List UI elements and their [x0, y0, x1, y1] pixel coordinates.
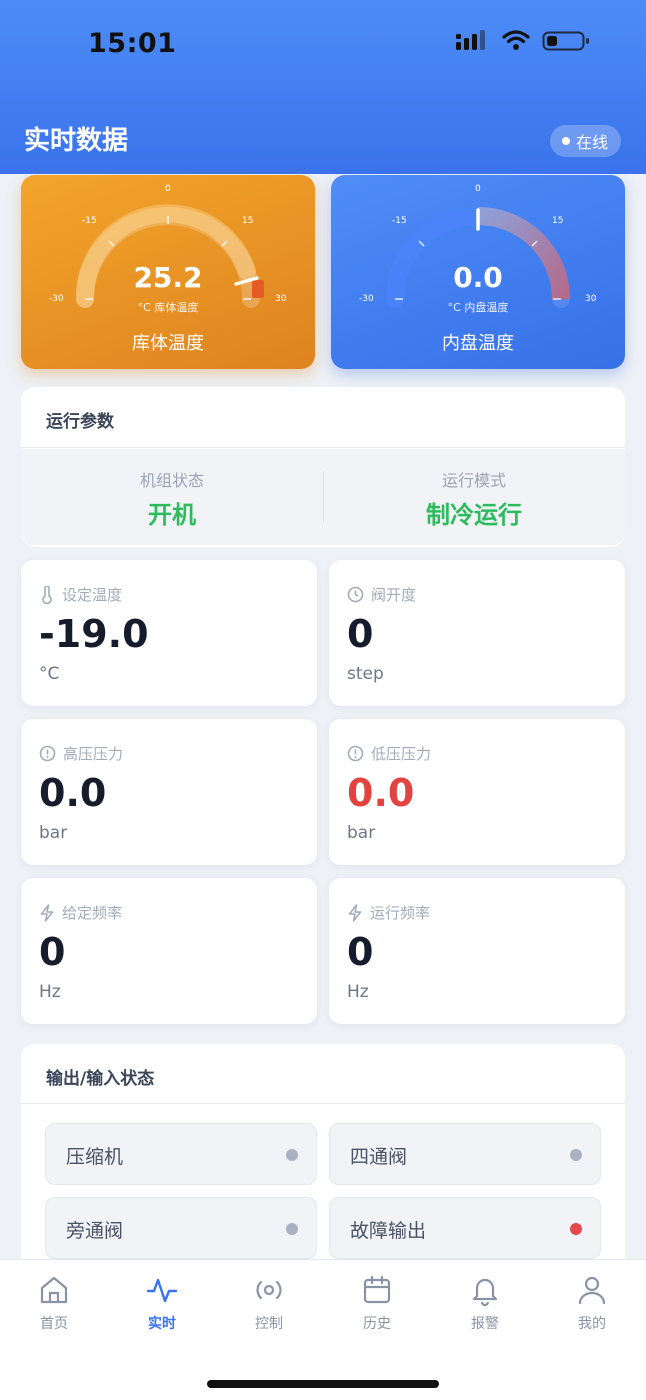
metric-value: -19.0	[39, 612, 149, 656]
tab-label: 首页	[40, 1316, 68, 1332]
lightning-icon	[348, 903, 362, 922]
calendar-icon	[363, 1275, 391, 1304]
gauge-card-room-temp: -30 -15 0 15 30 25.2 °C 库体温度 库体温度	[21, 175, 315, 369]
io-item-bypass-valve[interactable]: 旁通阀	[45, 1197, 317, 1259]
gauge-card-coil-temp: -30 -15 0 15 30 0.0 °C 内盘温度 内盘温度	[331, 175, 625, 369]
gauge-label: 内盘温度	[442, 333, 514, 354]
metric-value: 0	[347, 930, 374, 974]
io-label: 压缩机	[66, 1146, 124, 1168]
run-status-strip: 机组状态 开机 运行模式 制冷运行	[21, 449, 625, 545]
radio-icon	[256, 1280, 282, 1300]
gauge-tick-right-mid: 15	[552, 216, 564, 226]
signal-icon	[456, 30, 485, 50]
home-icon	[40, 1276, 68, 1304]
metric-unit: step	[347, 664, 384, 684]
io-status-dot	[570, 1223, 582, 1235]
online-status-badge: 在线	[549, 125, 621, 157]
io-item-four-way-valve[interactable]: 四通阀	[329, 1123, 601, 1185]
divider	[21, 1103, 625, 1104]
tab-home[interactable]: 首页	[0, 1274, 108, 1333]
metric-unit: Hz	[39, 982, 61, 1002]
page-title: 实时数据	[24, 126, 129, 156]
divider	[21, 447, 625, 448]
metric-value: 0	[39, 930, 66, 974]
unit-status-value: 开机	[148, 501, 196, 529]
tab-history[interactable]: 历史	[323, 1274, 431, 1333]
gauge-value: 25.2	[133, 261, 203, 294]
unit-status: 机组状态 开机	[21, 449, 323, 545]
gauge-tick-right-mid: 15	[242, 216, 254, 226]
gauge-tick-left-mid: -15	[392, 216, 407, 226]
params-title: 运行参数	[46, 412, 114, 432]
alert-circle-icon	[347, 745, 364, 762]
tab-label: 我的	[578, 1316, 606, 1332]
header: 15:01 实时数据 在线	[0, 0, 646, 174]
gauge-unit: °C 内盘温度	[447, 301, 509, 314]
metric-label: 低压压力	[371, 745, 432, 763]
run-mode-value: 制冷运行	[426, 501, 522, 529]
battery-icon	[542, 31, 589, 51]
metric-card-valve-opening[interactable]: 阀开度 0 step	[329, 560, 625, 706]
io-label: 四通阀	[350, 1146, 408, 1168]
activity-icon	[146, 1278, 178, 1303]
metric-card-set-temp[interactable]: 设定温度 -19.0 °C	[21, 560, 317, 706]
metric-value: 0	[347, 612, 374, 656]
io-label: 故障输出	[350, 1220, 427, 1242]
run-mode-label: 运行模式	[441, 471, 506, 490]
io-item-fault-output[interactable]: 故障输出	[329, 1197, 601, 1259]
io-status-dot	[286, 1149, 298, 1161]
wifi-icon	[502, 30, 530, 50]
io-item-compressor[interactable]: 压缩机	[45, 1123, 317, 1185]
lightning-icon	[40, 903, 54, 922]
status-icons	[456, 30, 590, 52]
metric-card-high-pressure[interactable]: 高压压力 0.0 bar	[21, 719, 317, 865]
thermometer-icon	[42, 585, 52, 604]
metric-unit: Hz	[347, 982, 369, 1002]
tab-profile[interactable]: 我的	[538, 1274, 646, 1333]
metric-value: 0.0	[347, 771, 415, 815]
tab-control[interactable]: 控制	[215, 1274, 323, 1333]
metric-card-low-pressure[interactable]: 低压压力 0.0 bar	[329, 719, 625, 865]
metric-unit: bar	[347, 823, 376, 843]
tab-realtime[interactable]: 实时	[108, 1274, 216, 1333]
online-dot-icon	[561, 137, 570, 145]
user-icon	[578, 1276, 606, 1305]
alert-circle-icon	[39, 745, 56, 762]
home-indicator[interactable]	[207, 1380, 439, 1388]
io-title: 输出/输入状态	[46, 1069, 155, 1089]
tab-label: 控制	[255, 1316, 283, 1332]
bottom-tab-bar: 首页 实时 控制 历史 报警 我的	[0, 1259, 646, 1400]
clock-icon	[347, 586, 364, 603]
metric-unit: °C	[39, 664, 60, 684]
gauge-value: 0.0	[453, 261, 503, 294]
metric-card-run-frequency[interactable]: 运行频率 0 Hz	[329, 878, 625, 1024]
gauge-tick-top: 0	[165, 184, 171, 194]
bell-icon	[472, 1278, 498, 1306]
tab-label: 历史	[363, 1316, 391, 1332]
tab-label: 实时	[148, 1316, 176, 1332]
online-label: 在线	[575, 133, 608, 152]
io-status-dot	[286, 1223, 298, 1235]
unit-status-label: 机组状态	[139, 471, 204, 490]
metric-unit: bar	[39, 823, 68, 843]
gauge-unit: °C 库体温度	[137, 301, 199, 314]
tab-alarm[interactable]: 报警	[431, 1274, 539, 1333]
io-label: 旁通阀	[66, 1220, 124, 1242]
metric-value: 0.0	[39, 771, 107, 815]
metric-label: 设定温度	[62, 586, 123, 604]
metric-label: 给定频率	[62, 904, 123, 922]
gauge-tick-top: 0	[475, 184, 481, 194]
metric-card-set-frequency[interactable]: 给定频率 0 Hz	[21, 878, 317, 1024]
gauge-label: 库体温度	[132, 333, 204, 354]
tab-label: 报警	[471, 1316, 499, 1332]
status-time: 15:01	[88, 28, 177, 59]
metric-label: 阀开度	[371, 586, 417, 604]
run-mode: 运行模式 制冷运行	[323, 449, 625, 545]
metric-label: 高压压力	[63, 745, 124, 763]
io-status-dot	[570, 1149, 582, 1161]
gauge-tick-left-mid: -15	[82, 216, 97, 226]
metric-label: 运行频率	[370, 904, 431, 922]
